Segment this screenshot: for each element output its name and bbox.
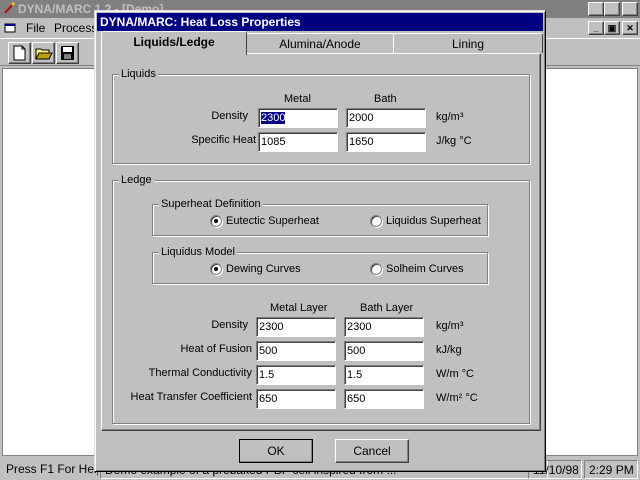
ok-button[interactable]: OK bbox=[239, 439, 313, 463]
status-help: Press F1 For Help bbox=[6, 462, 98, 476]
liquids-legend: Liquids bbox=[119, 68, 158, 80]
liquids-density-bath-input[interactable]: 2000 bbox=[346, 108, 426, 128]
dialog-title: DYNA/MARC: Heat Loss Properties bbox=[97, 13, 543, 31]
ledge-density-unit: kg/m³ bbox=[436, 320, 464, 332]
heat-loss-properties-dialog: DYNA/MARC: Heat Loss Properties Alumina/… bbox=[94, 10, 546, 472]
status-time: 2:29 PM bbox=[584, 460, 638, 479]
thermal-conductivity-unit: W/m °C bbox=[436, 368, 475, 380]
tab-panel-liquids-ledge: Liquids Metal Bath Density 2300 2000 kg/… bbox=[101, 53, 541, 431]
minimize-icon[interactable]: _ bbox=[588, 2, 604, 16]
ledge-legend: Ledge bbox=[119, 174, 154, 186]
heat-transfer-coefficient-unit: W/m² °C bbox=[436, 392, 478, 404]
solheim-curves-radio[interactable] bbox=[370, 263, 382, 275]
dewing-curves-label[interactable]: Dewing Curves bbox=[226, 263, 301, 275]
open-folder-icon[interactable] bbox=[32, 42, 55, 64]
liquidus-superheat-label[interactable]: Liquidus Superheat bbox=[386, 215, 481, 227]
new-file-icon[interactable] bbox=[8, 42, 31, 64]
liquids-density-metal-input[interactable]: 2300 bbox=[258, 108, 338, 128]
menu-process[interactable]: Process bbox=[54, 21, 97, 35]
menu-file[interactable]: File bbox=[26, 21, 45, 35]
thermal-conductivity-label: Thermal Conductivity bbox=[148, 367, 252, 379]
tab-liquids-ledge[interactable]: Liquids/Ledge bbox=[101, 31, 247, 55]
save-icon[interactable] bbox=[56, 42, 79, 64]
heat-of-fusion-label: Heat of Fusion bbox=[180, 343, 252, 355]
liquidus-superheat-radio[interactable] bbox=[370, 215, 382, 227]
superheat-definition-legend: Superheat Definition bbox=[159, 198, 263, 210]
liquids-specific-heat-metal-input[interactable]: 1085 bbox=[258, 132, 338, 152]
heat-of-fusion-unit: kJ/kg bbox=[436, 344, 462, 356]
liquids-col-metal: Metal bbox=[284, 93, 311, 105]
cancel-button[interactable]: Cancel bbox=[335, 439, 409, 463]
solheim-curves-label[interactable]: Solheim Curves bbox=[386, 263, 464, 275]
heat-transfer-coefficient-metal-input[interactable]: 650 bbox=[256, 389, 336, 409]
app-icon bbox=[3, 2, 15, 14]
child-minimize-icon[interactable]: _ bbox=[588, 21, 604, 35]
thermal-conductivity-bath-input[interactable]: 1.5 bbox=[344, 365, 424, 385]
ledge-col-metal-layer: Metal Layer bbox=[270, 302, 328, 314]
thermal-conductivity-metal-input[interactable]: 1.5 bbox=[256, 365, 336, 385]
liquids-density-unit: kg/m³ bbox=[436, 111, 464, 123]
ledge-col-bath-layer: Bath Layer bbox=[360, 302, 414, 314]
tab-alumina-anode[interactable]: Alumina/Anode bbox=[245, 33, 395, 53]
child-close-icon[interactable]: ✕ bbox=[622, 21, 638, 35]
eutectic-superheat-label[interactable]: Eutectic Superheat bbox=[226, 215, 319, 227]
ledge-density-bath-input[interactable]: 2300 bbox=[344, 317, 424, 337]
heat-of-fusion-metal-input[interactable]: 500 bbox=[256, 341, 336, 361]
heat-of-fusion-bath-input[interactable]: 500 bbox=[344, 341, 424, 361]
child-restore-icon[interactable]: ▣ bbox=[604, 21, 620, 35]
heat-transfer-coefficient-bath-input[interactable]: 650 bbox=[344, 389, 424, 409]
child-window-icon[interactable] bbox=[4, 22, 18, 34]
dewing-curves-radio[interactable] bbox=[210, 263, 222, 275]
ledge-density-label: Density bbox=[211, 319, 248, 331]
heat-transfer-coefficient-label: Heat Transfer Coefficient bbox=[130, 391, 252, 403]
tab-lining[interactable]: Lining bbox=[393, 33, 543, 53]
eutectic-superheat-radio[interactable] bbox=[210, 215, 222, 227]
liquids-specific-heat-bath-input[interactable]: 1650 bbox=[346, 132, 426, 152]
restore-icon[interactable]: ▣ bbox=[604, 2, 620, 16]
liquidus-model-legend: Liquidus Model bbox=[159, 246, 237, 258]
ledge-density-metal-input[interactable]: 2300 bbox=[256, 317, 336, 337]
close-icon[interactable]: ✕ bbox=[622, 2, 638, 16]
liquids-density-label: Density bbox=[211, 110, 248, 122]
liquids-col-bath: Bath bbox=[374, 93, 397, 105]
liquids-specific-heat-label: Specific Heat bbox=[191, 134, 256, 146]
liquids-specific-heat-unit: J/kg °C bbox=[436, 135, 472, 147]
